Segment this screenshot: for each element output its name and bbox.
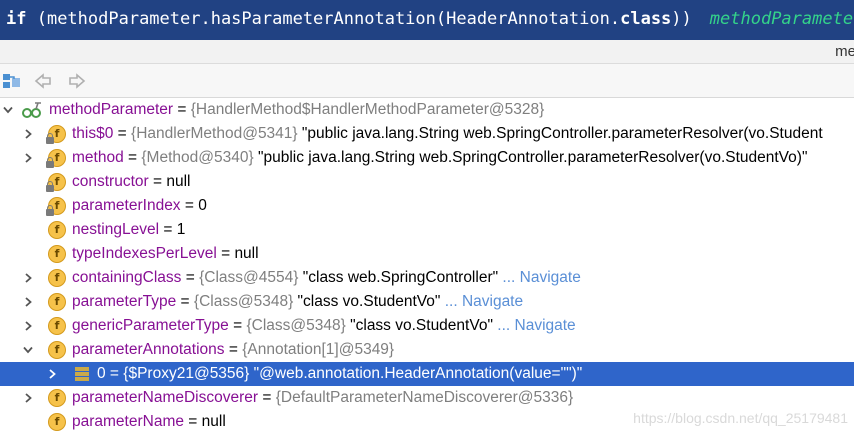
navigate-link[interactable]: ... Navigate bbox=[493, 317, 575, 334]
tree-row-containing-class[interactable]: f containingClass = {Class@4554} "class … bbox=[0, 266, 854, 290]
chevron-down-icon[interactable] bbox=[22, 344, 34, 356]
chevron-right-icon[interactable] bbox=[46, 368, 58, 380]
field-icon: f bbox=[46, 125, 66, 144]
current-code-line: if (methodParameter.hasParameterAnnotati… bbox=[0, 0, 854, 40]
variables-toolbar bbox=[0, 64, 854, 98]
chevron-right-icon[interactable] bbox=[22, 152, 34, 164]
tree-row-constructor[interactable]: f constructor = null bbox=[0, 170, 854, 194]
field-icon: f bbox=[48, 293, 66, 311]
tree-row-parameter-annotations[interactable]: f parameterAnnotations = {Annotation[1]@… bbox=[0, 338, 854, 362]
field-icon: f bbox=[46, 149, 66, 168]
tree-row-type-indexes-per-level[interactable]: f typeIndexesPerLevel = null bbox=[0, 242, 854, 266]
if-keyword: if bbox=[6, 9, 27, 29]
lock-icon bbox=[46, 205, 54, 216]
field-icon: f bbox=[48, 389, 66, 407]
field-icon: f bbox=[48, 269, 66, 287]
tree-row-annotation-0[interactable]: 0 = {$Proxy21@5356} "@web.annotation.Hea… bbox=[0, 362, 854, 386]
chevron-right-icon[interactable] bbox=[22, 272, 34, 284]
restore-layout-icon bbox=[3, 74, 20, 88]
tree-row-parameter-type[interactable]: f parameterType = {Class@5348} "class vo… bbox=[0, 290, 854, 314]
chevron-down-icon[interactable] bbox=[2, 104, 14, 116]
variable-name: methodParameter bbox=[49, 101, 174, 118]
chevron-right-icon[interactable] bbox=[22, 296, 34, 308]
back-button[interactable] bbox=[32, 70, 54, 92]
tree-row-method[interactable]: f method = {Method@5340} "public java.la… bbox=[0, 146, 854, 170]
variables-tree: methodParameter = {HandlerMethod$Handler… bbox=[0, 98, 854, 436]
field-icon: f bbox=[48, 221, 66, 239]
navigate-link[interactable]: ... Navigate bbox=[440, 293, 523, 310]
variables-panel-header: me bbox=[0, 40, 854, 64]
tree-row-parameter-index[interactable]: f parameterIndex = 0 bbox=[0, 194, 854, 218]
field-icon: f bbox=[48, 413, 66, 431]
back-arrow-icon bbox=[34, 73, 51, 89]
object-ref: {HandlerMethod$HandlerMethodParameter@53… bbox=[190, 101, 545, 118]
chevron-right-icon[interactable] bbox=[22, 320, 34, 332]
tree-row-parameter-name-discoverer[interactable]: f parameterNameDiscoverer = {DefaultPara… bbox=[0, 386, 854, 410]
watch-glasses-icon bbox=[22, 102, 41, 118]
field-icon: f bbox=[46, 197, 66, 216]
array-element-icon bbox=[75, 367, 89, 381]
code-text: (methodParameter.hasParameterAnnotation(… bbox=[26, 9, 621, 29]
chevron-right-icon[interactable] bbox=[22, 128, 34, 140]
tree-row-root[interactable]: methodParameter = {HandlerMethod$Handler… bbox=[0, 98, 854, 122]
chevron-right-icon[interactable] bbox=[22, 392, 34, 404]
lock-icon bbox=[46, 181, 54, 192]
tree-row-generic-parameter-type[interactable]: f genericParameterType = {Class@5348} "c… bbox=[0, 314, 854, 338]
tree-row-this0[interactable]: f this$0 = {HandlerMethod@5341} "public … bbox=[0, 122, 854, 146]
field-icon: f bbox=[48, 317, 66, 335]
inline-value-hint: methodParameter: bbox=[709, 9, 854, 29]
forward-arrow-icon bbox=[69, 73, 86, 89]
panel-header-label: me bbox=[835, 43, 854, 60]
lock-icon bbox=[46, 157, 54, 168]
lock-icon bbox=[46, 133, 54, 144]
watermark-text: https://blog.csdn.net/qq_25179481 bbox=[633, 410, 848, 426]
field-icon: f bbox=[48, 245, 66, 263]
navigate-link[interactable]: ... Navigate bbox=[498, 269, 580, 286]
code-close: )) bbox=[671, 9, 692, 29]
field-icon: f bbox=[46, 173, 66, 192]
restore-layout-button[interactable] bbox=[1, 70, 23, 92]
forward-button[interactable] bbox=[66, 70, 88, 92]
class-keyword: class bbox=[620, 9, 672, 29]
field-icon: f bbox=[48, 341, 66, 359]
tree-row-nesting-level[interactable]: f nestingLevel = 1 bbox=[0, 218, 854, 242]
